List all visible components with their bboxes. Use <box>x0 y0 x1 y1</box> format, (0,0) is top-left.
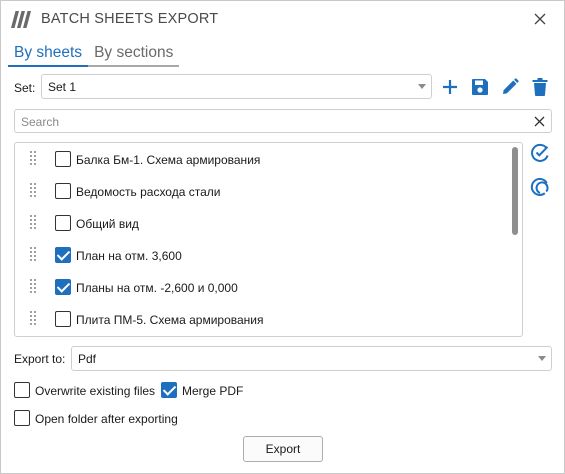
export-button[interactable]: Export <box>243 436 323 462</box>
chevron-down-icon <box>538 356 546 361</box>
search-box <box>14 109 552 133</box>
clear-search-button[interactable] <box>531 113 548 130</box>
list-item: Ведомость расхода стали <box>15 175 510 207</box>
tab-by-sheets[interactable]: By sheets <box>8 43 89 67</box>
export-format-value: Pdf <box>78 352 97 366</box>
check-all-icon <box>531 143 549 162</box>
pencil-icon <box>503 78 519 94</box>
list-scrollbar[interactable] <box>512 147 518 235</box>
sheet-checkbox[interactable] <box>55 311 71 327</box>
sheet-label: Ведомость расхода стали <box>76 185 221 199</box>
drag-handle-icon[interactable] <box>30 279 40 295</box>
export-format-dropdown[interactable]: Pdf <box>71 346 552 371</box>
drag-handle-icon[interactable] <box>30 215 40 231</box>
sheet-checkbox[interactable] <box>55 151 71 167</box>
list-item: Планы на отм. -2,600 и 0,000 <box>15 271 510 303</box>
export-to-label: Export to: <box>14 352 66 366</box>
sheet-label: Плита ПМ-5. Схема армирования <box>76 313 264 327</box>
list-item: Плита ПМ-5. Схема армирования <box>15 303 510 335</box>
sheet-label: Общий вид <box>76 217 139 231</box>
app-logo-icon <box>11 11 33 28</box>
tab-bar: By sheets By sections <box>8 43 180 67</box>
open-folder-checkbox[interactable] <box>14 410 30 426</box>
uncheck-all-button[interactable] <box>529 176 551 198</box>
list-item: Балка Бм-1. Схема армирования <box>15 143 510 175</box>
drag-handle-icon[interactable] <box>30 151 40 167</box>
title-bar: BATCH SHEETS EXPORT <box>1 1 564 37</box>
sheet-label: Балка Бм-1. Схема армирования <box>76 153 261 167</box>
set-dropdown-value: Set 1 <box>48 80 77 94</box>
sheet-label: Планы на отм. -2,600 и 0,000 <box>76 281 238 295</box>
batch-sheets-export-window: BATCH SHEETS EXPORT By sheets By section… <box>0 0 565 474</box>
set-label: Set: <box>14 81 36 95</box>
sheet-checkbox[interactable] <box>55 215 71 231</box>
close-icon <box>534 13 546 25</box>
plus-icon <box>443 80 457 94</box>
uncheck-all-icon <box>530 177 549 196</box>
open-folder-label: Open folder after exporting <box>35 412 178 426</box>
merge-pdf-label: Merge PDF <box>182 384 244 398</box>
sheets-list: Балка Бм-1. Схема армирования Ведомость … <box>14 142 523 337</box>
trash-icon <box>532 78 548 96</box>
sheet-checkbox[interactable] <box>55 183 71 199</box>
save-icon <box>472 79 488 95</box>
drag-handle-icon[interactable] <box>30 311 40 327</box>
search-input[interactable] <box>21 113 521 130</box>
overwrite-checkbox[interactable] <box>14 382 30 398</box>
set-dropdown[interactable]: Set 1 <box>41 74 432 99</box>
close-icon <box>534 116 545 127</box>
drag-handle-icon[interactable] <box>30 183 40 199</box>
sheet-label: План на отм. 3,600 <box>76 249 182 263</box>
list-item: Общий вид <box>15 207 510 239</box>
check-all-button[interactable] <box>529 142 551 164</box>
list-item: План на отм. 3,600 <box>15 239 510 271</box>
rename-set-button[interactable] <box>499 76 521 98</box>
save-set-button[interactable] <box>469 76 491 98</box>
sheet-checkbox[interactable] <box>55 279 71 295</box>
overwrite-label: Overwrite existing files <box>35 384 156 398</box>
chevron-down-icon <box>418 84 426 89</box>
drag-handle-icon[interactable] <box>30 247 40 263</box>
merge-pdf-checkbox[interactable] <box>161 382 177 398</box>
close-button[interactable] <box>529 9 551 29</box>
delete-set-button[interactable] <box>529 76 551 98</box>
tab-by-sections[interactable]: By sections <box>88 43 180 67</box>
sheet-checkbox[interactable] <box>55 247 71 263</box>
window-title: BATCH SHEETS EXPORT <box>41 11 219 27</box>
add-set-button[interactable] <box>439 76 461 98</box>
